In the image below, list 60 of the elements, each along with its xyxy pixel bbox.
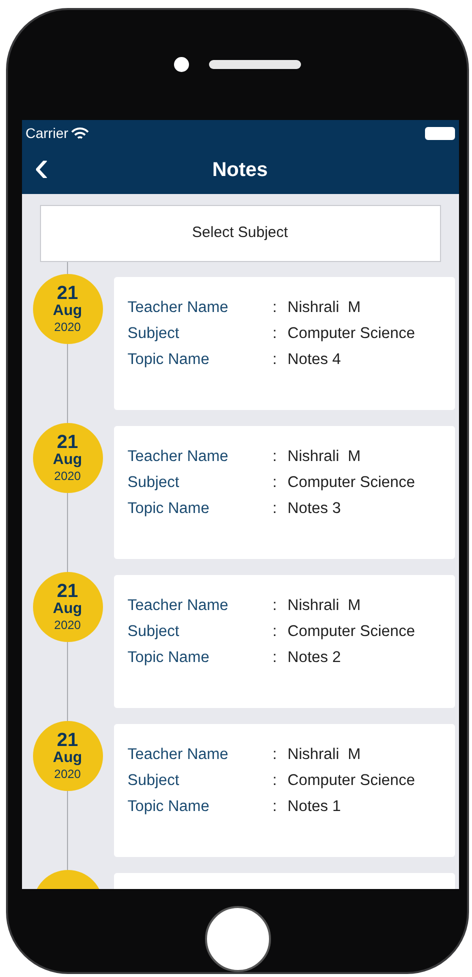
date-day: 21 <box>56 433 78 452</box>
field-separator: : <box>272 744 278 765</box>
field-label: Teacher Name <box>128 744 230 765</box>
field-label: Teacher Name <box>128 298 230 318</box>
date-year: 2020 <box>54 470 81 482</box>
field-label: Teacher Name <box>128 596 230 616</box>
field-value: Nishrali M <box>288 298 361 318</box>
carrier-label: Carrier <box>26 124 68 143</box>
field-label: Subject <box>128 622 180 642</box>
field-separator: : <box>272 350 278 370</box>
field-separator: : <box>272 324 278 344</box>
field-label: Subject <box>128 472 180 493</box>
field-separator: : <box>272 472 278 493</box>
note-card[interactable]: Teacher Name : Nishrali M Subject : Computer Science Topic Name : Notes 2 <box>114 574 454 708</box>
date-month: Aug <box>52 601 82 616</box>
back-button[interactable]: ‹ <box>22 144 62 191</box>
field-value: Computer Science <box>288 622 416 642</box>
field-separator: : <box>272 298 278 318</box>
field-value: Computer Science <box>288 324 416 344</box>
field-separator: : <box>272 498 278 519</box>
field-separator: : <box>272 622 278 642</box>
field-value: Nishrali M <box>288 596 361 616</box>
field-separator: : <box>272 796 278 817</box>
select-subject-button[interactable]: Select Subject <box>40 204 440 262</box>
date-year: 2020 <box>54 321 81 334</box>
wifi-icon <box>71 126 90 140</box>
field-label: Subject <box>128 770 180 791</box>
field-label: Topic Name <box>128 796 210 817</box>
field-label: Topic Name <box>128 350 210 370</box>
field-label: Topic Name <box>128 648 210 668</box>
date-day: 21 <box>56 284 78 304</box>
date-day: 21 <box>56 582 78 602</box>
field-separator: : <box>272 770 278 791</box>
field-value: Notes 3 <box>288 498 341 519</box>
field-value: Computer Science <box>288 770 416 791</box>
field-label: Topic Name <box>128 498 210 519</box>
date-month: Aug <box>52 452 82 468</box>
field-separator: : <box>272 648 278 668</box>
screen-title: Notes <box>212 158 268 184</box>
speaker-grille-icon <box>209 60 301 70</box>
front-camera-icon <box>174 57 189 72</box>
note-card[interactable]: Teacher Name : Nishrali M Subject : Computer Science Topic Name : Notes 3 <box>114 426 454 559</box>
field-value: Computer Science <box>288 472 416 493</box>
field-separator: : <box>272 596 278 616</box>
field-label: Teacher Name <box>128 446 230 467</box>
field-separator: : <box>272 446 278 467</box>
date-day: 21 <box>56 731 78 750</box>
date-month: Aug <box>52 303 82 318</box>
field-value: Notes 2 <box>288 648 341 668</box>
field-value: Nishrali M <box>288 446 361 467</box>
field-value: Notes 4 <box>288 350 341 370</box>
battery-icon <box>424 126 454 140</box>
note-card[interactable]: Teacher Name : Nishrali M Subject : Computer Science Topic Name : Notes 4 <box>114 276 454 410</box>
field-label: Subject <box>128 324 180 344</box>
date-year: 2020 <box>54 768 81 780</box>
note-card[interactable]: Teacher Name : Nishrali M Subject : Computer Science Topic Name : Notes 1 <box>114 724 454 857</box>
date-month: Aug <box>52 750 82 766</box>
field-value: Notes 1 <box>288 796 341 817</box>
date-year: 2020 <box>54 619 81 632</box>
field-value: Nishrali M <box>288 744 361 765</box>
